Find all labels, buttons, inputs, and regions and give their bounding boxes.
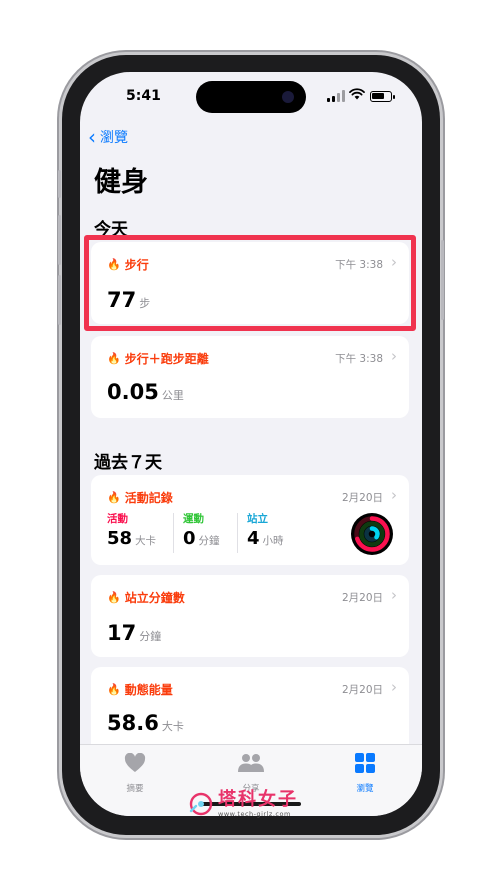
metric-move: 活動 58 大卡 [107, 511, 156, 549]
camera-icon [282, 91, 294, 103]
distance-card[interactable]: 🔥 步行＋跑步距離 下午 3:38 › 0.05 公里 [91, 336, 409, 418]
metric-label: 運動 [183, 513, 204, 525]
card-title: 步行 [124, 258, 149, 272]
metric-number: 0 [183, 528, 196, 549]
tab-sharing[interactable]: 分享 [211, 753, 291, 794]
back-button[interactable]: ‹ 瀏覽 [88, 127, 128, 147]
metric-unit: 大卡 [135, 535, 157, 547]
card-value: 58.6 大卡 [107, 711, 184, 735]
power-button [441, 240, 444, 320]
page-title: 健身 [94, 167, 148, 198]
card-date: 2月20日 [341, 684, 383, 696]
value-unit: 步 [139, 297, 151, 310]
metric-label: 站立 [247, 513, 268, 525]
grid-icon [355, 753, 375, 778]
card-title: 活動記錄 [124, 491, 173, 505]
card-date: 2月20日 [341, 592, 383, 604]
status-bar: 5:41 [80, 72, 422, 122]
chevron-right-icon: › [391, 486, 397, 504]
card-title: 站立分鐘數 [124, 591, 185, 605]
card-date: 2月20日 [341, 492, 383, 504]
metric-number: 58 [107, 528, 133, 549]
value-number: 58.6 [107, 711, 159, 735]
metric-exercise: 運動 0 分鐘 [183, 511, 220, 549]
metric-value: 0 分鐘 [183, 528, 220, 549]
side-button [58, 170, 61, 198]
section-today: 今天 [94, 220, 128, 240]
back-label: 瀏覽 [100, 130, 128, 146]
metric-number: 4 [247, 528, 260, 549]
metric-label: 活動 [107, 513, 128, 525]
chevron-right-icon: › [391, 253, 397, 271]
battery-level [372, 93, 384, 99]
value-number: 17 [107, 621, 137, 645]
card-header: 🔥 步行 [107, 256, 149, 273]
metric-value: 58 大卡 [107, 528, 156, 549]
metric-divider [173, 513, 174, 553]
tab-browse[interactable]: 瀏覽 [325, 753, 405, 794]
card-header: 🔥 站立分鐘數 [107, 589, 185, 606]
metric-divider [237, 513, 238, 553]
activity-rings-icon [351, 513, 393, 555]
flame-icon: 🔥 [107, 352, 121, 365]
metric-unit: 小時 [262, 535, 284, 547]
flame-icon: 🔥 [107, 683, 121, 696]
activity-card[interactable]: 🔥 活動記錄 2月20日 › 活動 58 大卡 運動 0 分鐘 站立 4 小時 [91, 475, 409, 565]
chevron-right-icon: › [391, 678, 397, 696]
value-unit: 公里 [161, 389, 184, 402]
watermark: 塔科女子 www.tech-girlz.com [188, 790, 298, 818]
watermark-text: 塔科女子 www.tech-girlz.com [218, 789, 298, 819]
value-unit: 大卡 [161, 720, 184, 733]
card-time: 下午 3:38 [335, 259, 383, 271]
tab-label: 瀏覽 [356, 784, 374, 794]
value-unit: 分鐘 [139, 630, 162, 643]
wifi-icon [349, 88, 365, 104]
metric-unit: 分鐘 [198, 535, 220, 547]
volume-down-button [58, 275, 61, 325]
card-time: 下午 3:38 [335, 353, 383, 365]
chevron-right-icon: › [391, 347, 397, 365]
card-title: 動態能量 [124, 683, 173, 697]
metric-stand: 站立 4 小時 [247, 511, 284, 549]
phone-screen: 5:41 ‹ 瀏覽 健身 今天 🔥 步行 下午 3:38 › 77 步 🔥 步行… [80, 72, 422, 816]
metric-value: 4 小時 [247, 528, 284, 549]
flame-icon: 🔥 [107, 491, 121, 504]
flame-icon: 🔥 [107, 258, 121, 271]
people-icon [237, 753, 265, 778]
value-number: 77 [107, 288, 137, 312]
battery-icon [370, 91, 395, 102]
section-past-7-days: 過去７天 [94, 453, 162, 473]
card-header: 🔥 活動記錄 [107, 489, 173, 506]
tab-summary[interactable]: 摘要 [95, 752, 175, 794]
card-value: 17 分鐘 [107, 621, 161, 645]
watermark-url: www.tech-girlz.com [218, 810, 291, 818]
card-header: 🔥 動態能量 [107, 681, 173, 698]
status-time: 5:41 [126, 88, 161, 104]
dynamic-island [196, 81, 306, 113]
heart-icon [124, 752, 146, 778]
stand-minutes-card[interactable]: 🔥 站立分鐘數 2月20日 › 17 分鐘 [91, 575, 409, 657]
walking-card[interactable]: 🔥 步行 下午 3:38 › 77 步 [91, 242, 409, 324]
card-header: 🔥 步行＋跑步距離 [107, 350, 209, 367]
card-value: 0.05 公里 [107, 380, 184, 404]
tab-label: 摘要 [126, 784, 144, 794]
card-title: 步行＋跑步距離 [124, 352, 209, 366]
value-number: 0.05 [107, 380, 159, 404]
card-value: 77 步 [107, 288, 150, 312]
chevron-right-icon: › [391, 586, 397, 604]
watermark-brand: 塔科女子 [218, 789, 298, 810]
watermark-logo-icon [188, 791, 214, 817]
cellular-signal-icon [327, 90, 345, 102]
flame-icon: 🔥 [107, 591, 121, 604]
volume-up-button [58, 215, 61, 265]
chevron-left-icon: ‹ [88, 125, 96, 149]
